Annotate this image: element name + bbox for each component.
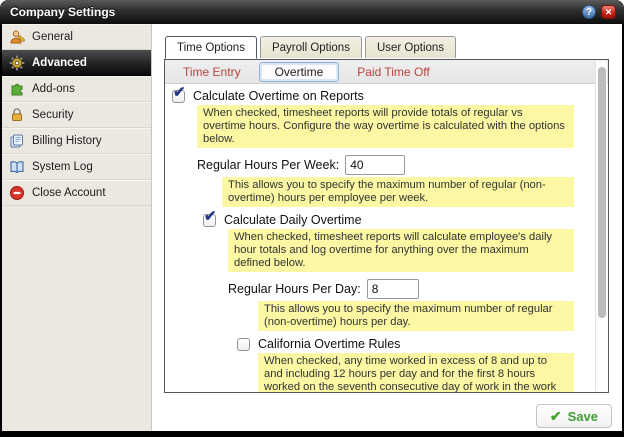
hours-per-day-input[interactable]: [366, 279, 419, 299]
sidebar-item-label: Billing History: [32, 134, 102, 147]
overtime-reports-label: Calculate Overtime on Reports: [193, 89, 364, 103]
california-rules-label: California Overtime Rules: [258, 337, 401, 351]
save-button[interactable]: ✔ Save: [535, 404, 612, 428]
sidebar-item-label: Advanced: [32, 56, 87, 69]
help-icon[interactable]: ?: [582, 5, 596, 19]
minus-circle-icon: [10, 185, 24, 200]
hours-per-week-label: Regular Hours Per Week:: [197, 158, 340, 172]
window-title: Company Settings: [10, 5, 116, 19]
sidebar-item-label: Close Account: [32, 186, 106, 199]
scrollbar-thumb[interactable]: [598, 67, 606, 318]
book-icon: [10, 160, 24, 173]
tab-payroll-options[interactable]: Payroll Options: [259, 36, 362, 58]
tab-time-options[interactable]: Time Options: [165, 36, 257, 59]
overtime-reports-help: When checked, timesheet reports will pro…: [197, 105, 574, 148]
sidebar-item-label: System Log: [32, 160, 93, 173]
titlebar-buttons: ? ✕: [582, 5, 616, 19]
sidebar-item-general[interactable]: General: [2, 24, 151, 50]
lock-icon: [12, 107, 22, 121]
settings-scroll-area: ✔ Calculate Overtime on Reports When che…: [165, 84, 608, 392]
window-body: General Advanced Add-ons Security Billin…: [2, 24, 622, 431]
sidebar-item-label: Add-ons: [32, 82, 75, 95]
check-icon: ✔: [173, 84, 186, 101]
subtab-time-entry[interactable]: Time Entry: [183, 65, 241, 79]
sidebar-item-system-log[interactable]: System Log: [2, 154, 151, 180]
hours-per-week-help: This allows you to specify the maximum n…: [222, 177, 574, 207]
california-rules-checkbox[interactable]: ✔: [237, 337, 250, 351]
sidebar-item-close-account[interactable]: Close Account: [2, 180, 151, 206]
sidebar-item-billing-history[interactable]: Billing History: [2, 128, 151, 154]
subtab-paid-time-off[interactable]: Paid Time Off: [357, 65, 429, 79]
puzzle-icon: [11, 83, 23, 95]
sidebar: General Advanced Add-ons Security Billin…: [2, 24, 152, 431]
hours-per-week-row: Regular Hours Per Week:: [197, 155, 582, 175]
california-rules-row: ✔ California Overtime Rules: [237, 337, 582, 351]
tab-bar: Time Options Payroll Options User Option…: [165, 36, 457, 59]
daily-overtime-help: When checked, timesheet reports will cal…: [228, 229, 574, 272]
hours-per-day-label: Regular Hours Per Day:: [228, 282, 361, 296]
check-icon: ✔: [549, 407, 562, 424]
main-panel: Time Options Payroll Options User Option…: [152, 24, 622, 431]
hours-per-day-help: This allows you to specify the maximum n…: [258, 301, 574, 331]
daily-overtime-label: Calculate Daily Overtime: [224, 213, 362, 227]
overtime-reports-checkbox[interactable]: ✔: [172, 85, 186, 103]
sidebar-item-label: Security: [32, 108, 74, 121]
documents-icon: [10, 134, 23, 147]
tab-user-options[interactable]: User Options: [364, 36, 457, 58]
sidebar-item-add-ons[interactable]: Add-ons: [2, 76, 151, 102]
check-icon: ✔: [204, 207, 217, 225]
close-icon[interactable]: ✕: [601, 5, 616, 19]
subtab-bar: Time Entry Overtime Paid Time Off: [165, 60, 608, 84]
subtab-overtime[interactable]: Overtime: [258, 61, 340, 82]
tab-content-box: Time Entry Overtime Paid Time Off ✔ Calc…: [164, 59, 609, 393]
overtime-reports-row: ✔ Calculate Overtime on Reports: [172, 85, 582, 103]
sidebar-item-advanced[interactable]: Advanced: [2, 50, 151, 76]
sidebar-item-label: General: [32, 30, 73, 43]
daily-overtime-checkbox[interactable]: ✔: [203, 209, 217, 227]
california-rules-help: When checked, any time worked in excess …: [258, 353, 574, 392]
company-settings-window: Company Settings ? ✕ General Advanced Ad…: [0, 0, 624, 437]
hours-per-day-row: Regular Hours Per Day:: [228, 279, 582, 299]
hours-per-week-input[interactable]: [345, 155, 406, 175]
user-icon: [10, 30, 25, 43]
sidebar-item-security[interactable]: Security: [2, 102, 151, 128]
save-button-label: Save: [567, 408, 598, 424]
titlebar[interactable]: Company Settings ? ✕: [0, 0, 624, 24]
daily-overtime-row: ✔ Calculate Daily Overtime: [203, 209, 582, 227]
gear-icon: [9, 55, 25, 70]
vertical-scrollbar[interactable]: [595, 61, 607, 391]
